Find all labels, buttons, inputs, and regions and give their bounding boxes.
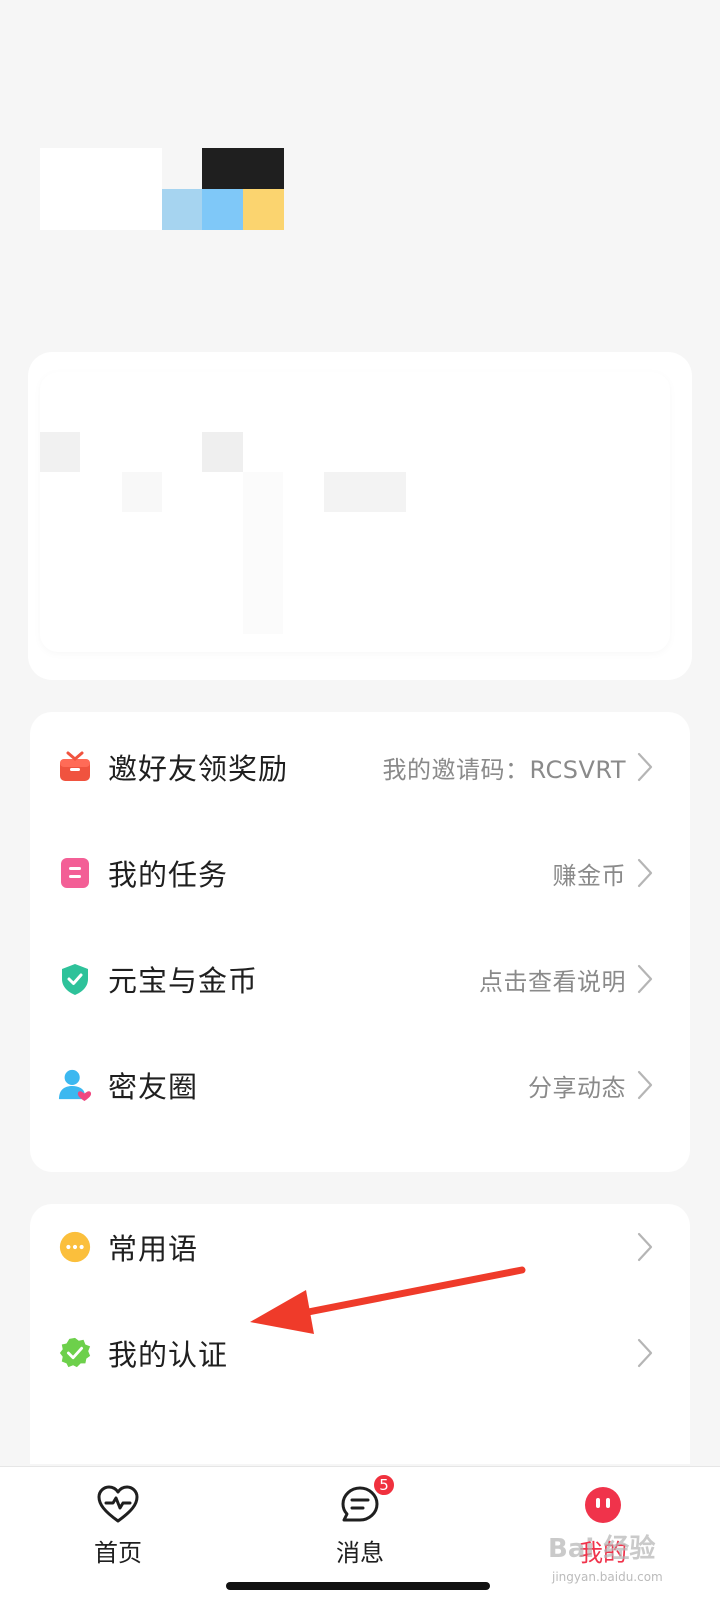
heart-pulse-icon xyxy=(96,1483,140,1527)
avatar-pixel-block xyxy=(202,189,243,230)
menu-label: 元宝与金币 xyxy=(108,964,259,998)
menu-row-friend-circle[interactable]: 密友圈 分享动态 xyxy=(30,1032,690,1138)
tab-label: 消息 xyxy=(336,1539,384,1567)
menu-row-invite[interactable]: 邀好友领奖励 我的邀请码：RCSVRT xyxy=(30,714,690,820)
chat-phrases-icon xyxy=(58,1230,92,1264)
task-icon xyxy=(58,856,92,890)
tab-label: 首页 xyxy=(94,1539,142,1567)
verified-badge-icon xyxy=(58,1336,92,1370)
blurred-pixel xyxy=(202,432,243,472)
annotation-arrow xyxy=(250,1266,526,1334)
blurred-pixel xyxy=(122,472,162,512)
chevron-right-icon xyxy=(637,1070,653,1100)
watermark-sub-text: jingyan.baidu.com xyxy=(552,1570,663,1584)
friend-circle-icon xyxy=(58,1068,92,1102)
chevron-right-icon xyxy=(637,1232,653,1262)
menu-detail: 点击查看说明 xyxy=(479,967,626,996)
tab-home[interactable]: 首页 xyxy=(58,1467,178,1577)
chevron-right-icon xyxy=(637,858,653,888)
tab-messages[interactable]: 5 消息 xyxy=(300,1467,420,1577)
unread-badge: 5 xyxy=(372,1473,396,1497)
menu-card-primary: 邀好友领奖励 我的邀请码：RCSVRT 我的任务 赚金币 元宝与金币 点击查看说… xyxy=(30,712,690,1172)
home-indicator[interactable] xyxy=(226,1582,490,1590)
menu-label: 常用语 xyxy=(108,1232,199,1266)
gift-icon xyxy=(58,750,92,784)
chevron-right-icon xyxy=(637,1338,653,1368)
menu-detail: 分享动态 xyxy=(528,1073,626,1102)
menu-row-coins[interactable]: 元宝与金币 点击查看说明 xyxy=(30,926,690,1032)
avatar-pixel-block xyxy=(202,148,284,189)
menu-label: 我的任务 xyxy=(108,858,229,892)
menu-detail: 赚金币 xyxy=(552,861,626,890)
menu-label: 邀好友领奖励 xyxy=(108,752,289,786)
invite-code-text: 我的邀请码：RCSVRT xyxy=(382,755,626,784)
message-icon: 5 xyxy=(338,1473,396,1527)
menu-label: 密友圈 xyxy=(108,1070,199,1104)
profile-face-icon xyxy=(581,1483,625,1527)
avatar-pixel-block xyxy=(243,189,284,230)
profile-summary-inner xyxy=(40,372,670,652)
blurred-pixel xyxy=(324,472,406,512)
chevron-right-icon xyxy=(637,964,653,994)
blurred-pixel xyxy=(243,472,283,634)
shield-check-icon xyxy=(58,962,92,996)
avatar-pixel-block xyxy=(162,189,203,230)
avatar-pixel-block[interactable] xyxy=(40,148,162,230)
menu-row-tasks[interactable]: 我的任务 赚金币 xyxy=(30,820,690,926)
chevron-right-icon xyxy=(637,752,653,782)
menu-label: 我的认证 xyxy=(108,1338,229,1372)
watermark-text: Bai 经验 xyxy=(548,1534,656,1564)
blurred-pixel xyxy=(40,432,80,472)
